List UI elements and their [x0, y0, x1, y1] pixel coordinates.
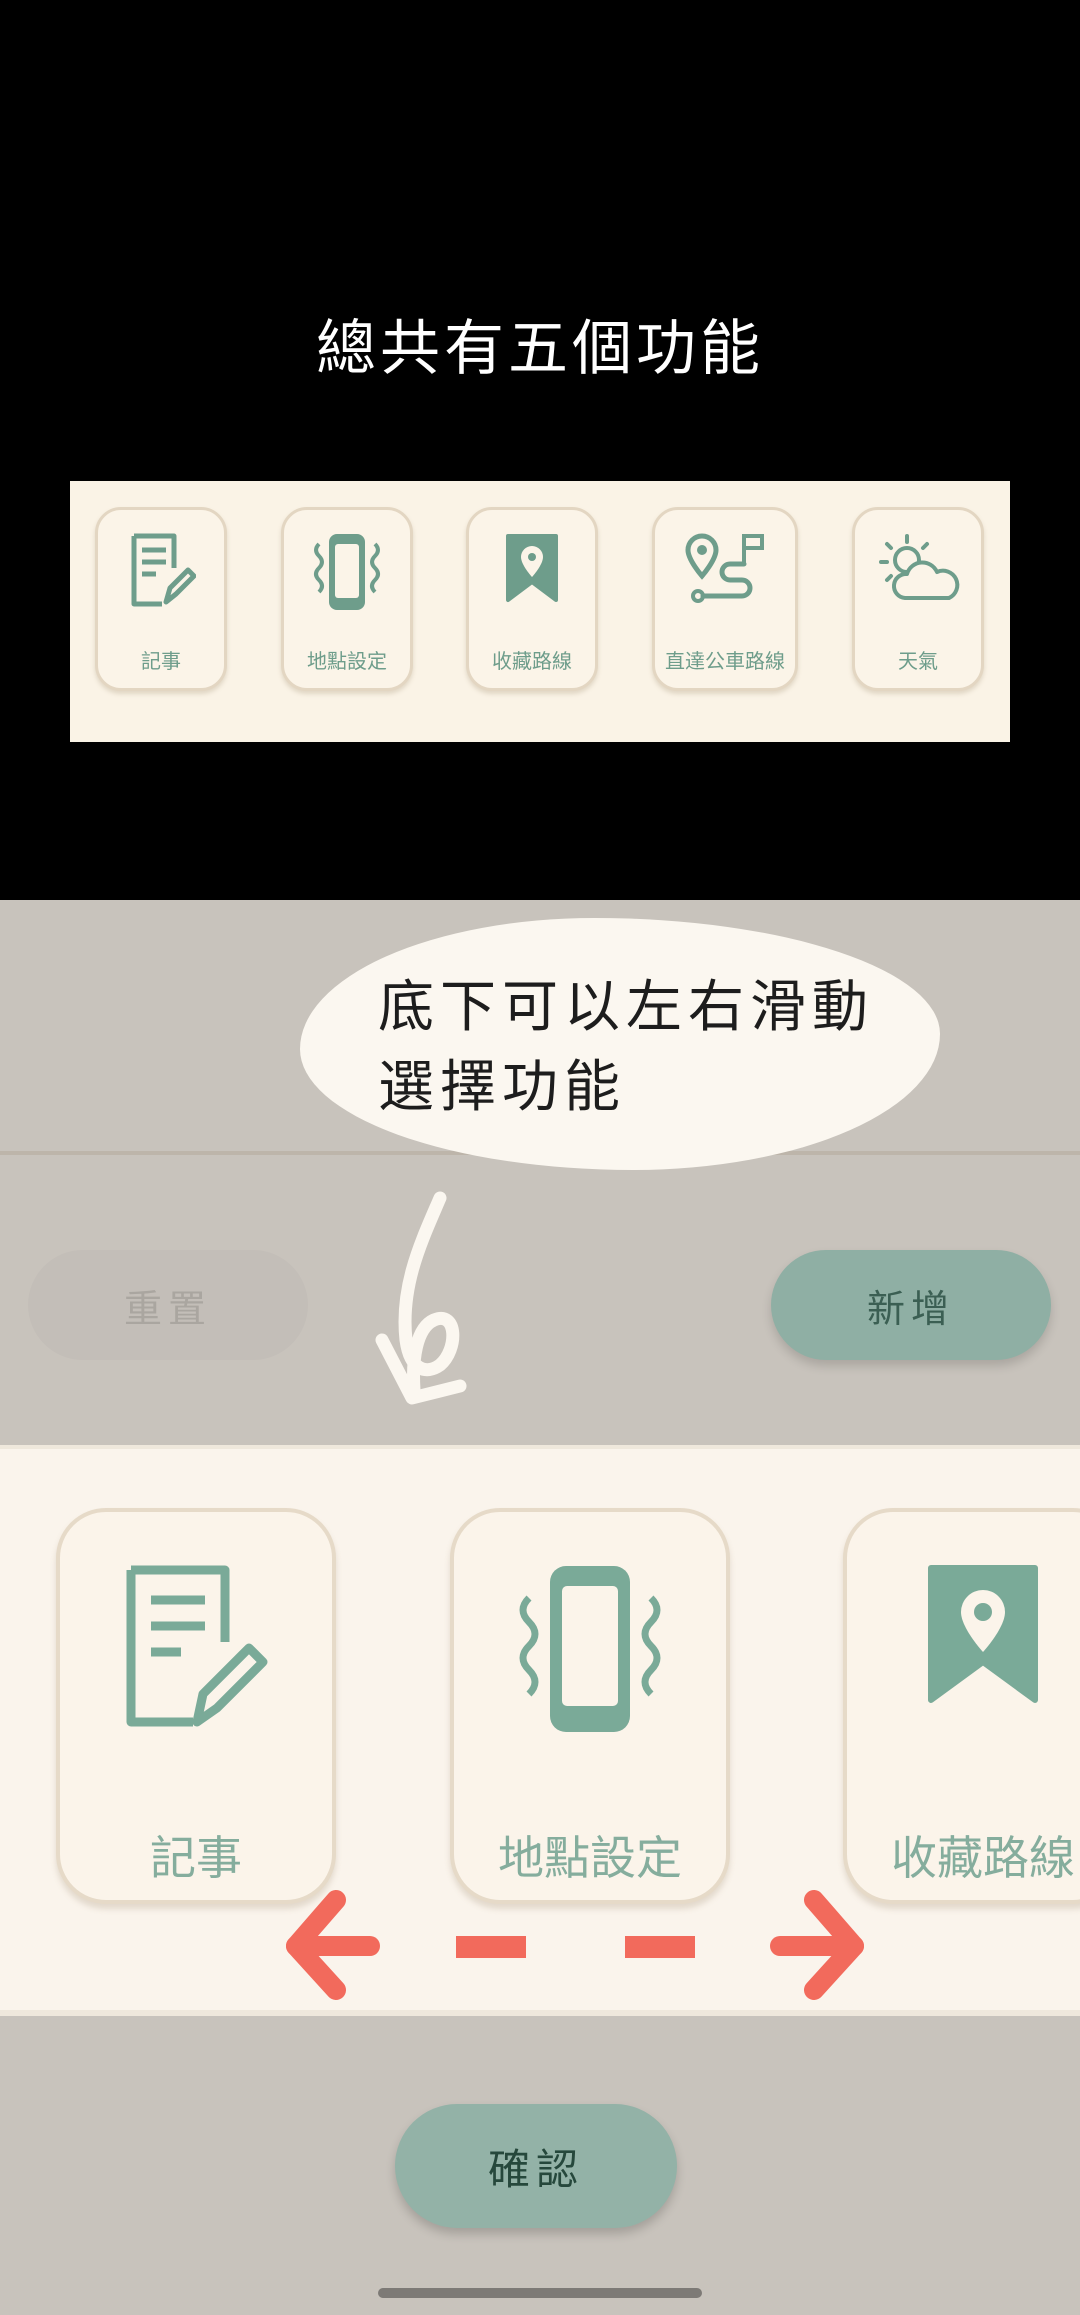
tutorial-overlay	[0, 0, 1080, 900]
reset-button[interactable]: 重置	[28, 1250, 308, 1360]
hint-line-2: 選擇功能	[378, 1055, 626, 1120]
preview-item-bus-route: 直達公車路線	[652, 507, 798, 691]
picker-item-note[interactable]: 記事	[56, 1508, 336, 1904]
preview-item-saved-route: 收藏路線	[466, 507, 598, 691]
confirm-button[interactable]: 確認	[395, 2104, 677, 2228]
picker-item-label: 收藏路線	[891, 1831, 1075, 1885]
note-edit-icon	[121, 1562, 271, 1736]
home-indicator[interactable]	[378, 2288, 702, 2298]
hint-text: 底下可以左右滑動 選擇功能	[378, 968, 898, 1128]
bookmark-location-icon	[925, 1562, 1041, 1712]
add-button[interactable]: 新增	[771, 1250, 1051, 1360]
bookmark-location-icon	[502, 532, 562, 608]
note-edit-icon	[126, 532, 197, 614]
preview-item-location-setting: 地點設定	[281, 507, 413, 691]
hint-line-1: 底下可以左右滑動	[378, 975, 874, 1040]
hand-drawn-arrow-icon	[370, 1190, 480, 1414]
preview-item-label: 直達公車路線	[665, 649, 785, 673]
picker-item-location-setting[interactable]: 地點設定	[450, 1508, 730, 1904]
preview-item-label: 地點設定	[307, 649, 387, 673]
route-map-icon	[682, 532, 768, 612]
phone-vibrate-icon	[307, 532, 387, 618]
picker-item-saved-route[interactable]: 收藏路線	[843, 1508, 1080, 1904]
preview-item-note: 記事	[95, 507, 227, 691]
preview-item-weather: 天氣	[852, 507, 984, 691]
phone-vibrate-icon	[505, 1562, 675, 1742]
picker-item-label: 記事	[150, 1831, 242, 1885]
preview-item-label: 記事	[141, 649, 181, 673]
swipe-left-right-arrows-icon	[280, 1880, 870, 2014]
preview-item-label: 天氣	[898, 649, 938, 673]
feature-preview-panel: 記事 地點設定 收藏路線 直達公車路線 天氣	[70, 481, 1010, 742]
picker-item-label: 地點設定	[498, 1831, 682, 1885]
tutorial-title: 總共有五個功能	[316, 314, 764, 384]
preview-item-label: 收藏路線	[492, 649, 572, 673]
weather-cloud-sun-icon	[875, 532, 961, 612]
